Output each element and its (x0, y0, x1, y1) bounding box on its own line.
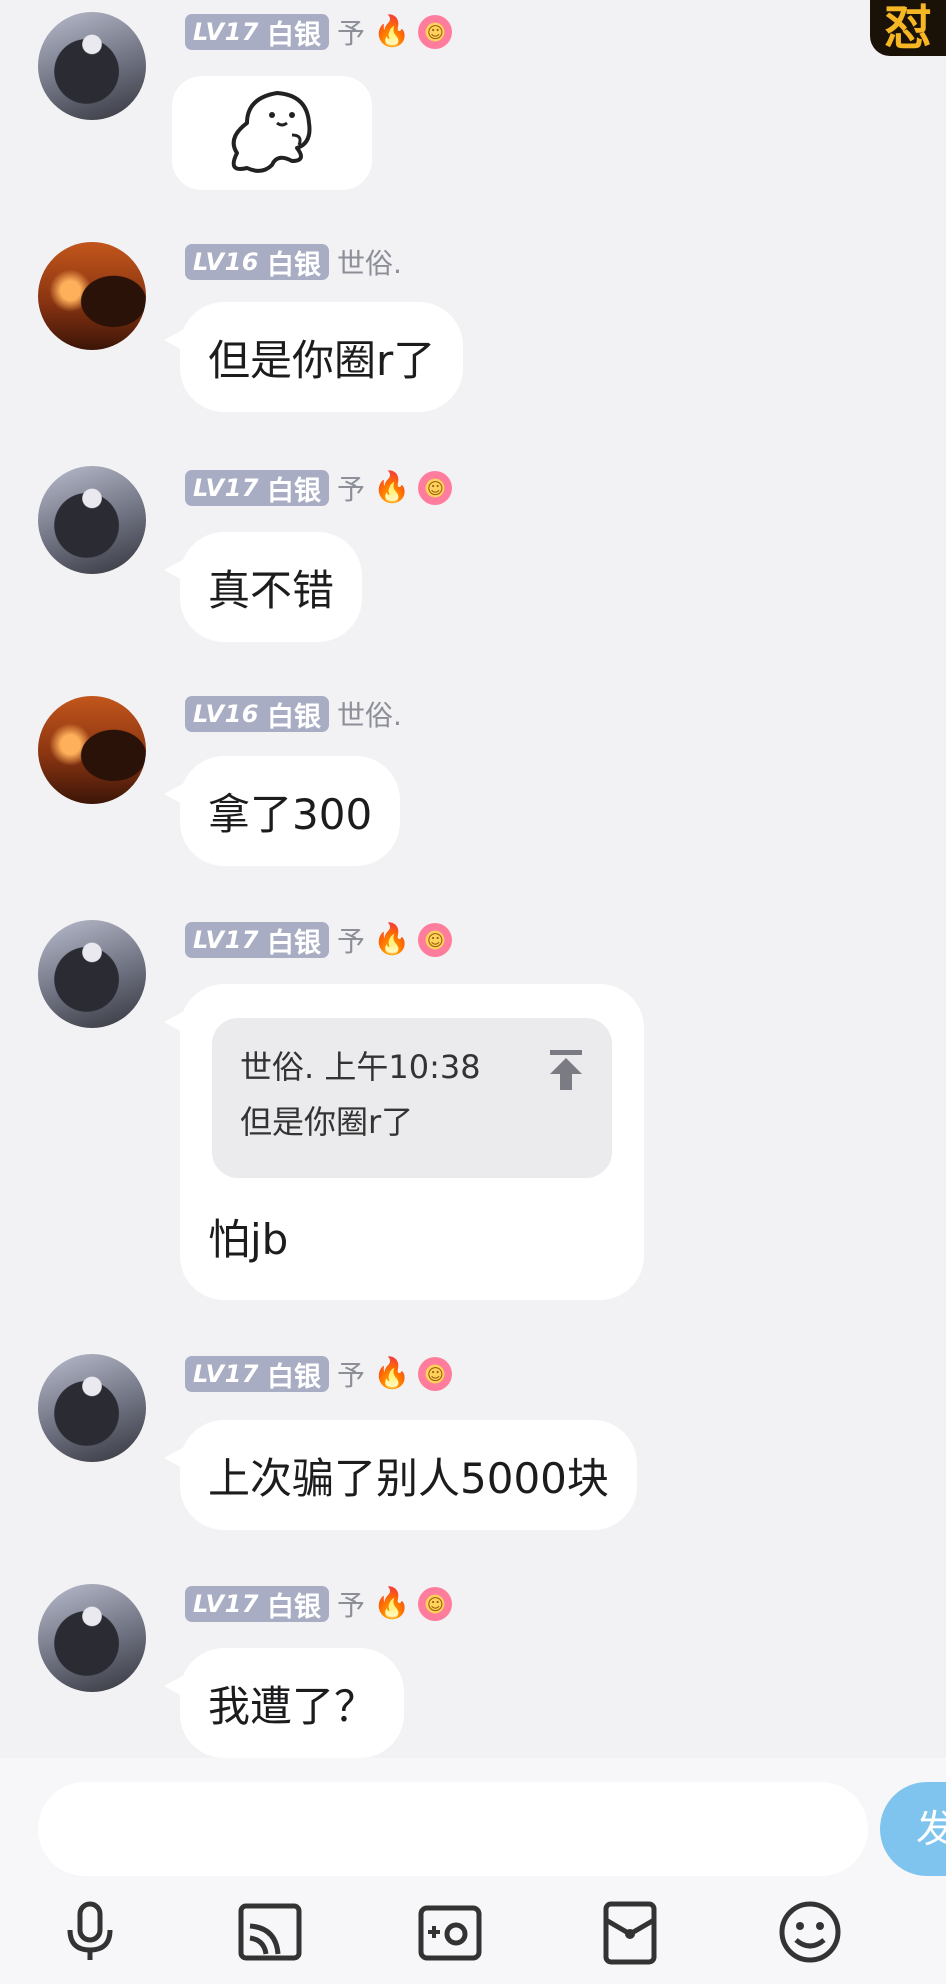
level-label: LV16 (193, 700, 259, 728)
sender-name: 世俗. (336, 247, 402, 280)
microphone-icon[interactable] (56, 1898, 124, 1966)
sender-name: 予 (336, 17, 365, 50)
quoted-message[interactable]: 世俗. 上午10:38 但是你圈r了 (212, 1018, 612, 1178)
level-badge: LV17 白银 (185, 14, 329, 51)
rank-label: 白银 (266, 1591, 321, 1623)
sender-name: 予 (336, 473, 365, 506)
sender-meta: LV17 白银 予 🔥 ☺ (185, 14, 453, 51)
flower-icon: ☺ (418, 15, 453, 49)
flower-icon: ☺ (418, 1357, 453, 1391)
level-badge: LV17 白银 (185, 922, 329, 959)
message-bubble[interactable]: 上次骗了别人5000块 (164, 1420, 637, 1530)
flower-icon: ☺ (418, 471, 453, 505)
rank-label: 白银 (266, 249, 321, 281)
sender-meta: LV17 白银 予 🔥 ☺ (185, 1356, 453, 1393)
sender-meta: LV17 白银 予 🔥 ☺ (185, 470, 453, 507)
avatar[interactable] (38, 1584, 146, 1692)
composer-bar: 发 (0, 1758, 946, 1984)
level-badge: LV17 白银 (185, 470, 329, 507)
level-badge: LV16 白银 (185, 696, 329, 733)
rank-label: 白银 (266, 927, 321, 959)
sender-meta: LV17 白银 予 🔥 ☺ (185, 922, 453, 959)
avatar[interactable] (38, 920, 146, 1028)
avatar[interactable] (38, 1354, 146, 1462)
message-input[interactable] (38, 1782, 868, 1876)
camera-icon[interactable] (416, 1898, 484, 1966)
fire-icon: 🔥 (372, 922, 411, 957)
avatar[interactable] (38, 242, 146, 350)
level-label: LV17 (193, 926, 259, 954)
level-label: LV16 (193, 248, 259, 276)
message-text: 怕jb (208, 1215, 289, 1264)
rank-label: 白银 (266, 701, 321, 733)
fire-icon: 🔥 (372, 470, 411, 505)
sender-name: 世俗. (336, 699, 402, 732)
ghost-sticker-icon (231, 91, 312, 173)
corner-sticker: 怼 (870, 0, 946, 56)
avatar[interactable] (38, 696, 146, 804)
message-bubble[interactable]: 真不错 (163, 532, 363, 642)
level-label: LV17 (193, 18, 259, 46)
rank-label: 白银 (266, 475, 321, 507)
sender-name: 予 (336, 1359, 365, 1392)
message-text: 拿了300 (208, 789, 373, 839)
flower-icon: ☺ (418, 923, 453, 957)
sticker-message[interactable] (172, 76, 372, 190)
level-label: LV17 (193, 474, 259, 502)
level-badge: LV16 白银 (185, 244, 329, 281)
sender-name: 予 (336, 925, 365, 958)
quote-header: 世俗. 上午10:38 (240, 1048, 481, 1086)
sender-meta: LV16 白银 世俗. (185, 244, 402, 281)
fire-icon: 🔥 (372, 14, 411, 49)
fire-icon: 🔥 (372, 1356, 411, 1391)
level-badge: LV17 白银 (185, 1586, 329, 1623)
rank-label: 白银 (266, 19, 321, 51)
message-bubble[interactable]: 我遭了？ (163, 1648, 405, 1758)
sender-meta: LV16 白银 世俗. (185, 696, 402, 733)
quote-text: 但是你圈r了 (240, 1103, 414, 1141)
sender-name: 予 (336, 1589, 365, 1622)
rank-label: 白银 (266, 1361, 321, 1393)
fire-icon: 🔥 (372, 1586, 411, 1621)
flower-icon: ☺ (418, 1587, 453, 1621)
red-packet-icon[interactable] (596, 1898, 664, 1966)
level-label: LV17 (193, 1360, 259, 1388)
message-bubble[interactable]: 世俗. 上午10:38 但是你圈r了 怕jb (164, 984, 644, 1300)
avatar[interactable] (38, 466, 146, 574)
level-label: LV17 (193, 1590, 259, 1618)
message-text: 上次骗了别人5000块 (208, 1453, 609, 1503)
jump-to-top-icon[interactable] (546, 1048, 586, 1092)
message-bubble[interactable]: 拿了300 (163, 756, 401, 866)
cast-screen-icon[interactable] (236, 1898, 304, 1966)
emoji-icon[interactable] (776, 1898, 844, 1966)
level-badge: LV17 白银 (185, 1356, 329, 1393)
message-text: 我遭了？ (208, 1681, 377, 1731)
sender-meta: LV17 白银 予 🔥 ☺ (185, 1586, 453, 1623)
message-bubble[interactable]: 但是你圈r了 (163, 302, 464, 412)
message-text: 但是你圈r了 (208, 335, 436, 385)
send-button[interactable]: 发 (880, 1782, 946, 1876)
message-text: 真不错 (208, 565, 335, 615)
avatar[interactable] (38, 12, 146, 120)
